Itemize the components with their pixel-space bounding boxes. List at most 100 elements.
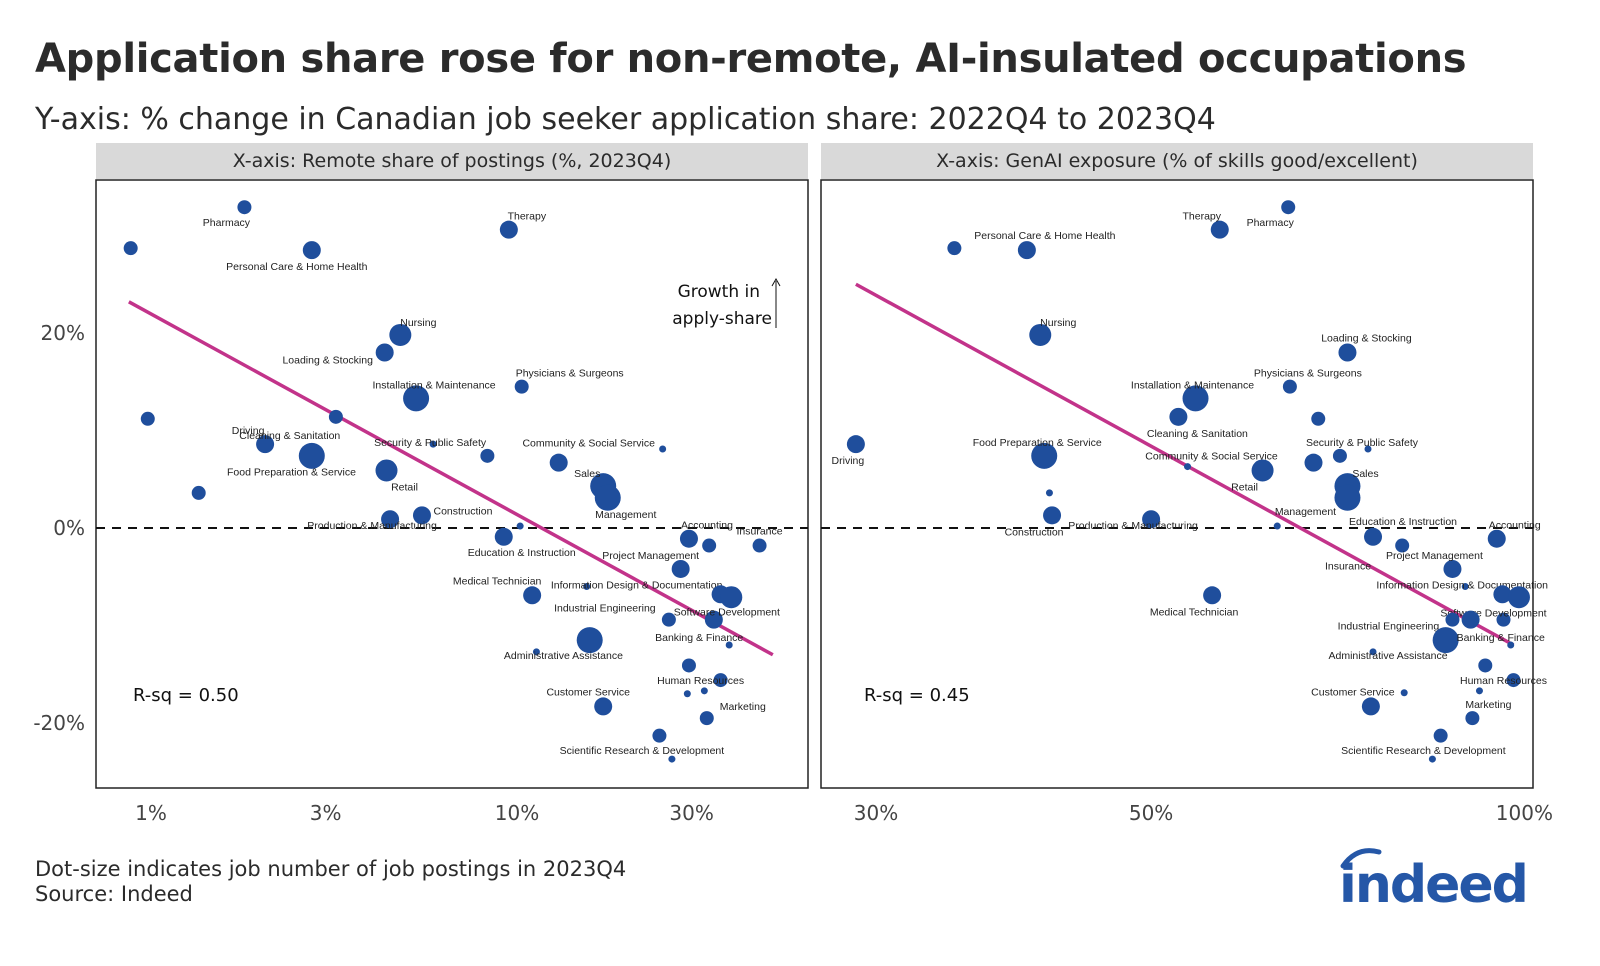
panel-remote-share: 20% 0% -20% 1% 3% 10% 30% Pharmacy Personal Care…	[33, 179, 809, 825]
x-tick-label: 1%	[135, 801, 167, 825]
point-label: Medical Technician	[453, 575, 542, 587]
point-label: Loading & Stocking	[1321, 333, 1412, 345]
data-point	[594, 484, 621, 511]
data-point	[1364, 527, 1383, 546]
data-point	[1304, 453, 1323, 472]
point-label: Banking & Finance	[655, 632, 743, 644]
data-point	[659, 445, 667, 453]
point-label: Administrative Assistance	[1328, 650, 1447, 662]
point-label: Marketing	[720, 701, 766, 713]
data-point	[679, 529, 698, 548]
data-point	[191, 485, 206, 500]
data-point	[1017, 241, 1036, 260]
data-point	[549, 453, 568, 472]
data-point	[1311, 411, 1326, 426]
logo-text: indeed	[1339, 855, 1527, 908]
data-point	[752, 538, 767, 553]
data-point	[328, 409, 343, 424]
data-point	[1465, 711, 1480, 726]
point-label: Pharmacy	[1247, 217, 1295, 229]
data-point	[1169, 407, 1188, 426]
data-point	[480, 448, 495, 463]
point-label: Construction	[433, 505, 492, 517]
data-point	[1475, 687, 1483, 695]
data-point	[302, 241, 321, 260]
point-label: Security & Public Safety	[374, 437, 487, 449]
point-label: Education & Instruction	[1349, 516, 1457, 528]
point-label: Cleaning & Sanitation	[239, 430, 340, 442]
point-label: Human Resources	[1460, 675, 1547, 687]
data-point	[1361, 697, 1380, 716]
y-tick-label: 20%	[41, 321, 85, 345]
point-label: Construction	[1005, 526, 1064, 538]
point-label: Production & Manufacturing	[307, 520, 437, 532]
point-label: Insurance	[1325, 561, 1371, 573]
point-label: Food Preparation & Service	[227, 466, 356, 478]
source-note: Source: Indeed	[35, 882, 193, 906]
data-point	[1433, 728, 1448, 743]
trend-line	[128, 300, 774, 657]
y-tick-label: 0%	[53, 516, 85, 540]
data-point	[1210, 220, 1229, 239]
data-point	[1445, 612, 1460, 627]
point-label: Loading & Stocking	[282, 355, 373, 367]
point-label: Food Preparation & Service	[973, 437, 1102, 449]
data-point	[1461, 610, 1480, 629]
panel-genai-exposure: 30% 50% 100% Pharmacy Therapy Personal Care &…	[820, 179, 1553, 825]
footnote: Dot-size indicates job number of job pos…	[35, 857, 626, 907]
point-label: Marketing	[1465, 699, 1511, 711]
point-label: Retail	[1231, 481, 1258, 493]
point-label: Scientific Research & Development	[560, 745, 725, 757]
x-tick-label: 3%	[310, 801, 342, 825]
y-tick-label: -20%	[33, 711, 85, 735]
point-label: Human Resources	[657, 675, 744, 687]
point-label: Installation & Maintenance	[1131, 379, 1254, 391]
data-point	[523, 586, 542, 605]
point-label: Industrial Engineering	[554, 603, 656, 615]
point-label: Management	[595, 509, 656, 521]
data-point	[1184, 463, 1192, 471]
point-label: Administrative Assistance	[504, 650, 623, 662]
data-point	[516, 522, 524, 530]
point-label: Nursing	[400, 317, 436, 329]
point-label: Industrial Engineering	[1338, 621, 1440, 633]
data-point	[700, 687, 708, 695]
point-label: Driving	[832, 455, 865, 467]
point-label: Nursing	[1040, 317, 1076, 329]
data-point	[1334, 484, 1361, 511]
data-point	[123, 241, 138, 256]
data-point	[1273, 522, 1281, 530]
x-tick-label: 100%	[1496, 801, 1553, 825]
data-point	[1338, 343, 1357, 362]
point-label: Education & Instruction	[468, 547, 576, 559]
point-label: Therapy	[508, 211, 547, 223]
point-label: Therapy	[1182, 211, 1221, 223]
data-point	[1203, 586, 1222, 605]
data-point	[1478, 658, 1493, 673]
point-label: Installation & Maintenance	[372, 379, 495, 391]
point-label: Customer Service	[546, 686, 630, 698]
data-point	[1045, 489, 1053, 497]
annotation-text: apply-share	[672, 309, 772, 329]
data-point	[499, 220, 518, 239]
data-point	[594, 697, 613, 716]
data-point	[947, 241, 962, 256]
data-point	[375, 343, 394, 362]
point-label: Pharmacy	[203, 217, 251, 229]
point-label: Community & Social Service	[522, 438, 655, 450]
point-label: Sales	[1352, 468, 1378, 480]
data-point	[514, 379, 529, 394]
point-label: Management	[1275, 506, 1336, 518]
annotation-text: Growth in	[678, 282, 760, 302]
data-point	[1281, 200, 1296, 215]
point-label: Accounting	[681, 520, 733, 532]
data-point	[298, 442, 325, 469]
x-tick-label: 30%	[669, 801, 713, 825]
data-point	[1282, 379, 1297, 394]
data-point	[237, 200, 252, 215]
r-squared-label: R-sq = 0.50	[133, 685, 239, 706]
point-label: Information Design & Documentation	[551, 580, 723, 592]
data-point	[1443, 559, 1462, 578]
x-tick-label: 30%	[854, 801, 898, 825]
dot-size-note: Dot-size indicates job number of job pos…	[35, 857, 627, 881]
